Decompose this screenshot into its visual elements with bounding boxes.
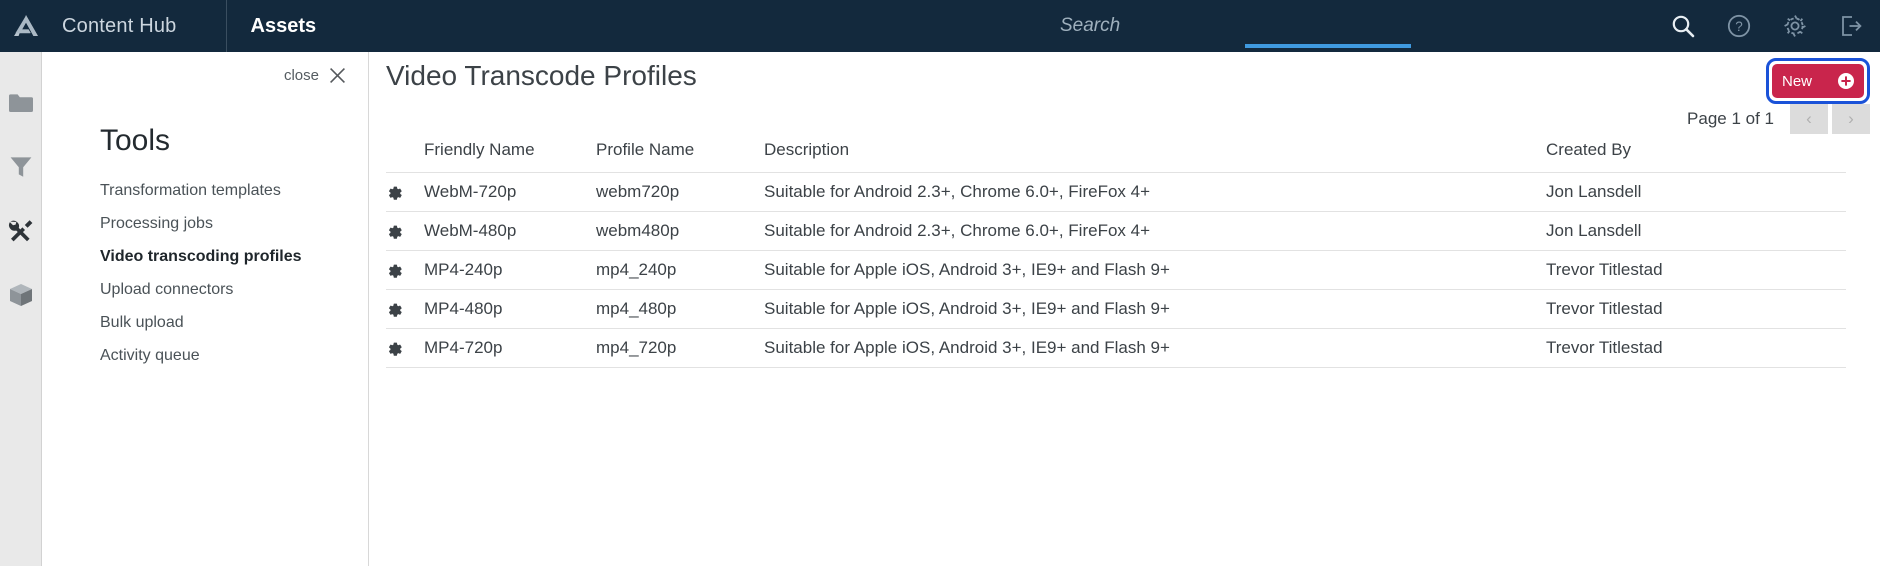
folder-icon: [8, 92, 34, 114]
table-row[interactable]: WebM-480p webm480p Suitable for Android …: [386, 211, 1846, 251]
search-icon[interactable]: [1668, 11, 1698, 41]
top-navigation-bar: Content Hub Assets ?: [0, 0, 1880, 52]
help-icon[interactable]: ?: [1724, 11, 1754, 41]
gear-icon[interactable]: [386, 184, 424, 200]
tools-heading: Tools: [100, 124, 171, 157]
rail-item-tools[interactable]: [0, 210, 42, 252]
new-button-focus-ring: New: [1766, 58, 1870, 104]
cell-created-by: Trevor Titlestad: [1546, 328, 1846, 368]
close-icon: [329, 67, 346, 84]
row-action-cell[interactable]: [386, 250, 424, 290]
logout-icon[interactable]: [1836, 11, 1866, 41]
left-icon-rail: [0, 52, 42, 566]
tools-item-upload-connectors[interactable]: Upload connectors: [100, 273, 350, 306]
section-title: Assets: [250, 14, 317, 37]
cell-profile-name: mp4_480p: [596, 289, 764, 329]
cell-friendly-name: WebM-480p: [424, 211, 596, 251]
gear-icon[interactable]: [386, 340, 424, 356]
column-header-actions: [386, 140, 424, 173]
tools-item-processing-jobs[interactable]: Processing jobs: [100, 207, 350, 240]
close-panel-button[interactable]: close: [284, 67, 346, 84]
column-header-description: Description: [764, 140, 850, 159]
table-body: WebM-720p webm720p Suitable for Android …: [386, 172, 1846, 368]
gear-icon[interactable]: [386, 301, 424, 317]
package-icon: [8, 282, 34, 308]
tools-panel: close Tools Transformation templates Pro…: [42, 52, 369, 566]
app-window: Content Hub Assets ?: [0, 0, 1880, 566]
table-row[interactable]: MP4-720p mp4_720p Suitable for Apple iOS…: [386, 328, 1846, 368]
delta-logo-icon: [13, 14, 39, 38]
cell-created-by: Jon Lansdell: [1546, 211, 1846, 251]
rail-item-packages[interactable]: [0, 274, 42, 316]
app-logo[interactable]: [0, 0, 52, 52]
gear-icon[interactable]: [386, 262, 424, 278]
rail-item-filters[interactable]: [0, 146, 42, 188]
tools-item-transformation-templates[interactable]: Transformation templates: [100, 174, 350, 207]
cell-profile-name: mp4_720p: [596, 328, 764, 368]
cell-profile-name: webm480p: [596, 211, 764, 251]
topbar-icon-group: ?: [1668, 0, 1866, 52]
cell-created-by: Trevor Titlestad: [1546, 250, 1846, 290]
cell-description: Suitable for Apple iOS, Android 3+, IE9+…: [764, 250, 1546, 290]
gear-icon[interactable]: [1780, 11, 1810, 41]
new-button[interactable]: New: [1772, 64, 1864, 98]
gear-icon[interactable]: [386, 223, 424, 239]
cell-friendly-name: MP4-720p: [424, 328, 596, 368]
search-focus-underline: [1245, 44, 1411, 48]
page-title: Video Transcode Profiles: [386, 60, 697, 91]
column-header-friendly-name: Friendly Name: [424, 140, 535, 159]
new-button-label: New: [1782, 72, 1813, 90]
search-input[interactable]: [1040, 15, 1410, 37]
tools-icon: [8, 218, 34, 244]
profiles-table-wrapper: Friendly Name Profile Name Description C…: [386, 140, 1846, 368]
cell-friendly-name: MP4-480p: [424, 289, 596, 329]
pagination-label: Page 1 of 1: [1687, 109, 1774, 128]
row-action-cell[interactable]: [386, 211, 424, 251]
filter-icon: [9, 155, 33, 179]
row-action-cell[interactable]: [386, 289, 424, 329]
table-header-row: Friendly Name Profile Name Description C…: [386, 140, 1846, 173]
row-action-cell[interactable]: [386, 172, 424, 212]
cell-friendly-name: MP4-240p: [424, 250, 596, 290]
cell-description: Suitable for Android 2.3+, Chrome 6.0+, …: [764, 172, 1546, 212]
cell-friendly-name: WebM-720p: [424, 172, 596, 212]
row-action-cell[interactable]: [386, 328, 424, 368]
rail-item-browse[interactable]: [0, 82, 42, 124]
brand-label: Content Hub: [62, 14, 177, 37]
profiles-table: Friendly Name Profile Name Description C…: [386, 140, 1846, 368]
tools-item-video-transcoding-profiles[interactable]: Video transcoding profiles: [100, 240, 350, 273]
pagination-prev-button[interactable]: ‹: [1790, 104, 1828, 134]
column-header-created-by: Created By: [1546, 140, 1632, 159]
close-panel-label: close: [283, 67, 319, 84]
plus-circle-icon: [1838, 73, 1854, 89]
cell-profile-name: webm720p: [596, 172, 764, 212]
cell-created-by: Jon Lansdell: [1546, 172, 1846, 212]
table-row[interactable]: MP4-480p mp4_480p Suitable for Apple iOS…: [386, 289, 1846, 329]
cell-profile-name: mp4_240p: [596, 250, 764, 290]
tools-nav-list: Transformation templates Processing jobs…: [100, 174, 350, 372]
main-content: Video Transcode Profiles New Page 1 of 1…: [369, 52, 1880, 566]
table-row[interactable]: WebM-720p webm720p Suitable for Android …: [386, 172, 1846, 212]
pagination-control: Page 1 of 1 ‹ ›: [1687, 104, 1870, 134]
topbar-divider: [225, 0, 227, 52]
table-row[interactable]: MP4-240p mp4_240p Suitable for Apple iOS…: [386, 250, 1846, 290]
cell-description: Suitable for Android 2.3+, Chrome 6.0+, …: [764, 211, 1546, 251]
svg-text:?: ?: [1735, 19, 1743, 34]
cell-created-by: Trevor Titlestad: [1546, 289, 1846, 329]
cell-description: Suitable for Apple iOS, Android 3+, IE9+…: [764, 289, 1546, 329]
pagination-next-button[interactable]: ›: [1832, 104, 1870, 134]
tools-item-bulk-upload[interactable]: Bulk upload: [100, 306, 350, 339]
tools-item-activity-queue[interactable]: Activity queue: [100, 339, 350, 372]
cell-description: Suitable for Apple iOS, Android 3+, IE9+…: [764, 328, 1546, 368]
column-header-profile-name: Profile Name: [596, 140, 695, 159]
table-header: Friendly Name Profile Name Description C…: [386, 140, 1846, 173]
